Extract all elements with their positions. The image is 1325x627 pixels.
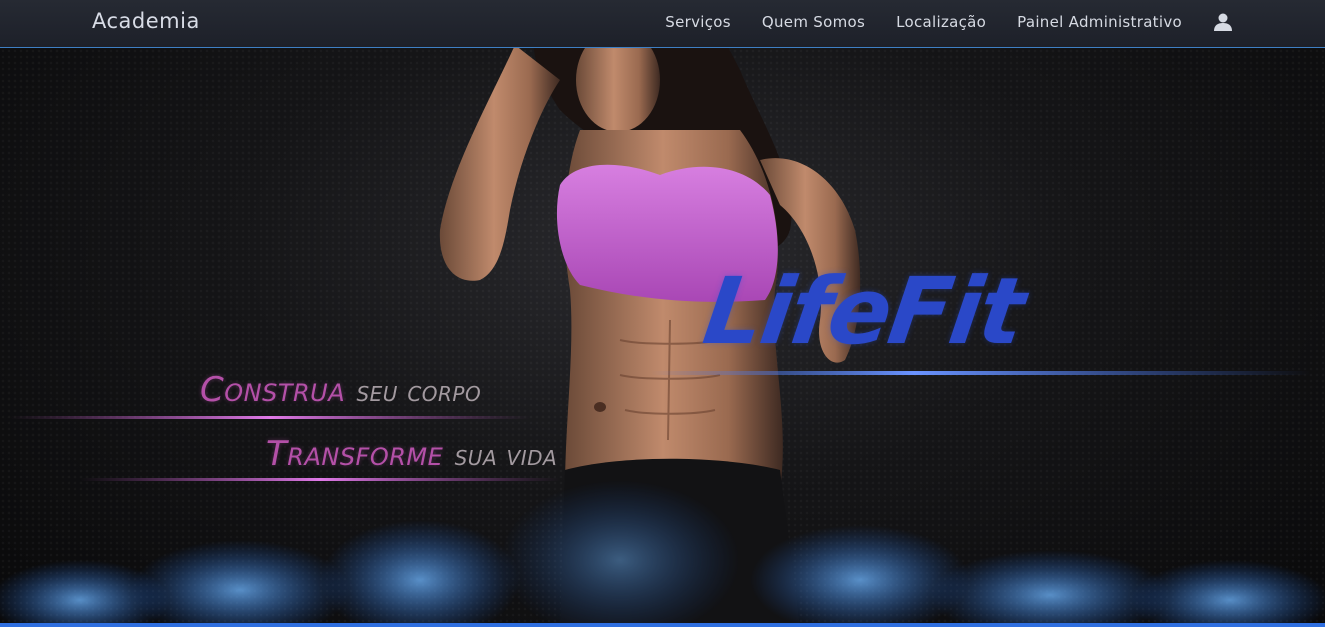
nav-link-quem-somos[interactable]: Quem Somos: [762, 13, 865, 31]
top-navbar: Academia Serviços Quem Somos Localização…: [0, 0, 1325, 48]
brand-logo: LifeFit: [697, 258, 1030, 365]
page: LifeFit Construa seu corpo Transforme su…: [0, 0, 1325, 627]
tagline-2-accent: Transforme: [266, 434, 444, 474]
nav-link-painel-administrativo[interactable]: Painel Administrativo: [1017, 13, 1182, 31]
tagline-1-accent: Construa: [200, 370, 346, 410]
tagline-1-rest: seu corpo: [356, 375, 482, 408]
user-icon[interactable]: [1213, 12, 1233, 32]
nav-link-servicos[interactable]: Serviços: [665, 13, 731, 31]
tagline-transform-life: Transforme sua vida: [266, 434, 557, 474]
tagline-build-body: Construa seu corpo: [200, 370, 481, 410]
nav-link-localizacao[interactable]: Localização: [896, 13, 986, 31]
nav-links: Serviços Quem Somos Localização Painel A…: [665, 13, 1182, 31]
tagline-2-rest: sua vida: [454, 439, 558, 472]
hero-image: [0, 0, 1325, 627]
navbar-brand[interactable]: Academia: [92, 9, 200, 33]
